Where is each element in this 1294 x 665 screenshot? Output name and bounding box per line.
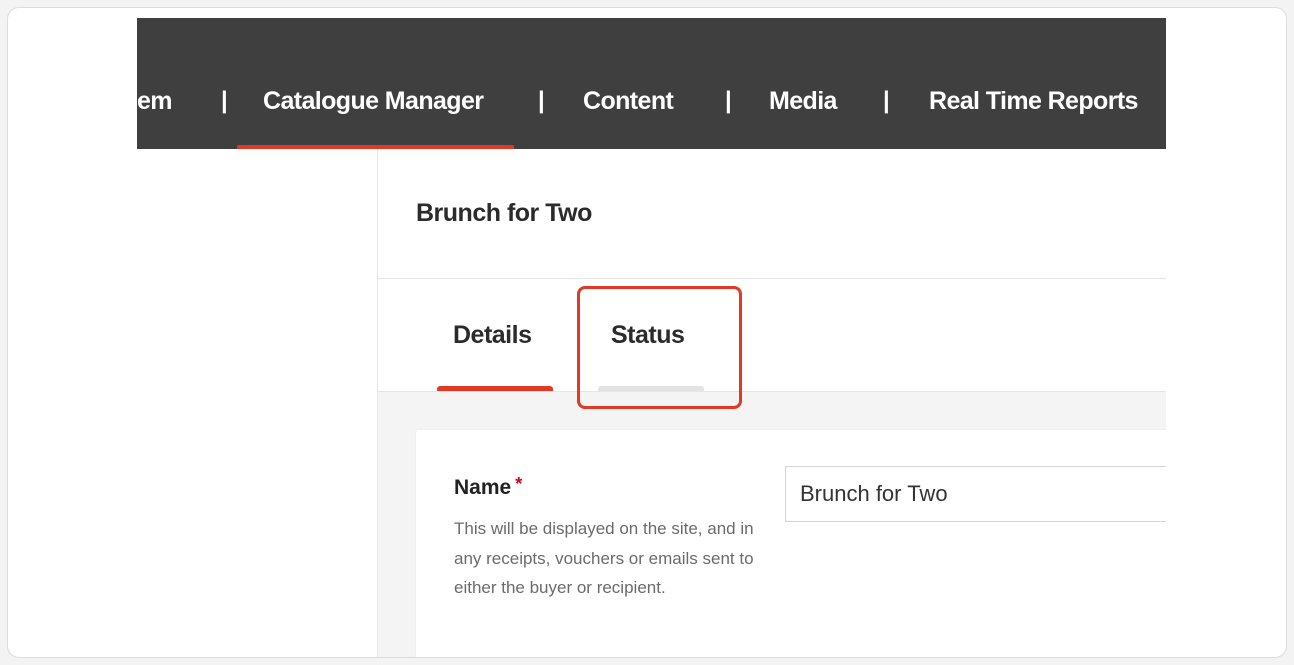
nav-item-catalogue-manager[interactable]: Catalogue Manager xyxy=(263,18,484,149)
tab-details[interactable]: Details xyxy=(453,321,532,350)
nav-separator: | xyxy=(725,87,732,114)
left-sidebar xyxy=(137,149,377,657)
name-field-help: This will be displayed on the site, and … xyxy=(454,519,754,597)
name-field-label: Name * xyxy=(454,474,523,500)
form-card: Name * This will be displayed on the site… xyxy=(416,430,1166,657)
required-marker: * xyxy=(515,474,523,494)
nav-separator: | xyxy=(883,87,890,114)
main-content: Brunch for Two Details Status Name * This… xyxy=(377,149,1166,657)
name-input[interactable]: Brunch for Two xyxy=(785,466,1166,522)
screenshot-frame: em | Catalogue Manager | Content | Media… xyxy=(7,7,1287,658)
nav-item-content[interactable]: Content xyxy=(583,18,674,149)
nav-item-media[interactable]: Media xyxy=(769,18,837,149)
nav-separator: | xyxy=(538,87,545,114)
top-navigation-bar: em | Catalogue Manager | Content | Media… xyxy=(137,18,1166,149)
page-title: Brunch for Two xyxy=(416,199,592,227)
nav-item-real-time-reports[interactable]: Real Time Reports xyxy=(929,18,1138,149)
divider xyxy=(378,278,1166,279)
nav-separator: | xyxy=(221,87,228,114)
nav-item-system[interactable]: em xyxy=(137,18,173,149)
highlight-annotation xyxy=(577,286,742,409)
name-label-text: Name xyxy=(454,476,512,499)
